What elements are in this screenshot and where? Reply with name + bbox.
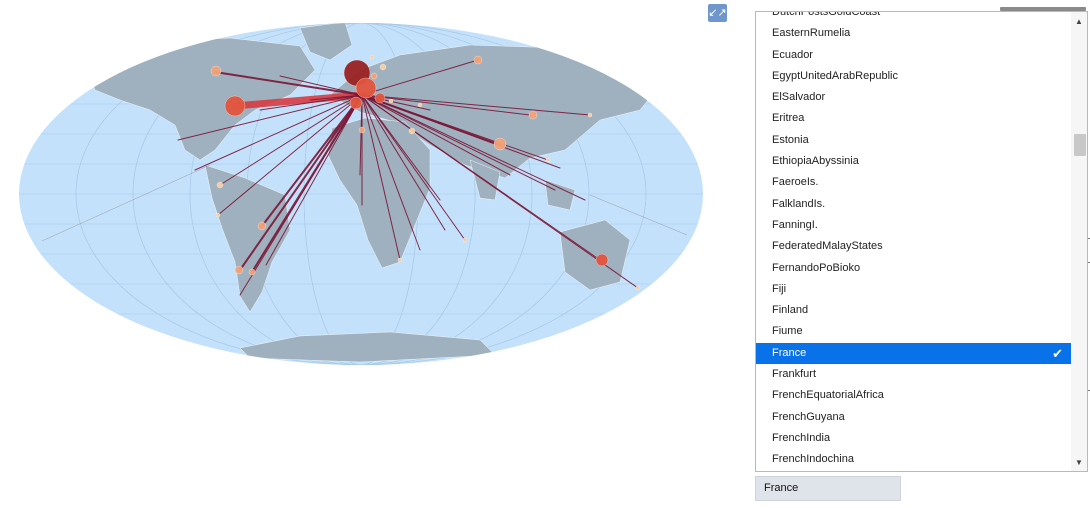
list-option-label: FalklandIs. xyxy=(772,197,826,210)
list-option-label: ElSalvador xyxy=(772,91,826,104)
list-option-label: Eritrea xyxy=(772,112,805,125)
city-bubble xyxy=(493,137,507,151)
list-option-label: FaeroeIs. xyxy=(772,176,819,189)
list-option-label: FederatedMalayStates xyxy=(772,240,883,253)
list-option-label: France xyxy=(772,346,807,359)
list-option[interactable]: EasternRumelia xyxy=(756,23,1071,44)
city-bubble xyxy=(370,72,378,80)
country-listbox[interactable]: DutchPostsGoldCoast EasternRumelia Ecuador… xyxy=(755,11,1088,472)
list-option[interactable]: Fiume xyxy=(756,321,1071,342)
city-bubble xyxy=(379,63,387,71)
country-select-value: France xyxy=(764,482,799,494)
city-bubble xyxy=(215,212,221,218)
country-options: DutchPostsGoldCoast EasternRumelia Ecuador… xyxy=(756,11,1071,471)
list-option-label: DutchPostsGoldCoast xyxy=(772,11,881,18)
list-option-label: Fiji xyxy=(772,282,787,295)
city-bubble xyxy=(587,112,593,118)
checkmark-icon: ✔ xyxy=(1052,345,1063,361)
list-option-label: EgyptUnitedArabRepublic xyxy=(772,69,898,82)
list-option[interactable]: Eritrea xyxy=(756,108,1071,129)
city-bubble xyxy=(635,285,641,291)
list-option-label: FrenchGuyana xyxy=(772,410,845,423)
city-bubble xyxy=(349,96,363,110)
list-option[interactable]: EgyptUnitedArabRepublic xyxy=(756,66,1071,87)
list-option[interactable]: FrenchIndia xyxy=(756,428,1071,449)
list-option[interactable]: Fiji xyxy=(756,279,1071,300)
city-bubble xyxy=(528,110,538,120)
list-option[interactable]: Finland xyxy=(756,300,1071,321)
list-option-label: Frankfurt xyxy=(772,368,817,381)
city-bubble xyxy=(355,77,377,99)
list-option-label: Finland xyxy=(772,304,809,317)
list-option[interactable]: ElSalvador xyxy=(756,87,1071,108)
city-bubble xyxy=(216,181,224,189)
list-option[interactable]: EthiopiaAbyssinia xyxy=(756,151,1071,172)
list-option-label: FrenchEquatorialAfrica xyxy=(772,389,884,402)
list-option[interactable]: France ✔ xyxy=(756,342,1071,365)
list-option[interactable]: FaeroeIs. xyxy=(756,172,1071,193)
city-bubble xyxy=(595,253,609,267)
city-bubble xyxy=(473,55,483,65)
city-bubble xyxy=(248,268,256,276)
list-option[interactable]: FrenchGuyana xyxy=(756,407,1071,428)
city-bubble xyxy=(224,95,246,117)
collapse-arrows-icon: ↙↗ xyxy=(708,6,727,19)
list-option[interactable]: FanningI. xyxy=(756,215,1071,236)
list-option-label: FernandoPoBioko xyxy=(772,261,861,274)
world-map[interactable] xyxy=(0,0,745,508)
list-option-label: Fiume xyxy=(772,325,803,338)
list-option-label: FanningI. xyxy=(772,218,818,231)
list-option[interactable]: DutchPostsGoldCoast xyxy=(756,11,1071,23)
scrollbar-thumb[interactable] xyxy=(1074,134,1086,156)
city-bubble xyxy=(234,265,244,275)
list-option[interactable]: FederatedMalayStates xyxy=(756,236,1071,257)
list-option-label: Estonia xyxy=(772,133,809,146)
city-bubble xyxy=(358,126,366,134)
city-bubble xyxy=(545,157,551,163)
list-option[interactable]: FrenchIndochina xyxy=(756,449,1071,470)
list-option[interactable]: FernandoPoBioko xyxy=(756,258,1071,279)
city-bubble xyxy=(210,65,222,77)
city-bubble xyxy=(417,102,423,108)
list-option-label: EasternRumelia xyxy=(772,27,851,40)
city-bubble xyxy=(374,92,386,104)
country-select[interactable]: France xyxy=(755,476,901,501)
city-bubble xyxy=(397,257,403,263)
city-bubble xyxy=(369,54,375,60)
city-bubble xyxy=(462,237,468,243)
list-option-label: FrenchIndia xyxy=(772,431,831,444)
list-option[interactable]: Ecuador xyxy=(756,45,1071,66)
scrollbar[interactable]: ▲ ▼ xyxy=(1071,12,1087,471)
city-bubble xyxy=(408,127,416,135)
list-option[interactable]: Frankfurt xyxy=(756,364,1071,385)
collapse-button[interactable]: ↙↗ xyxy=(708,4,727,22)
list-option-label: Ecuador xyxy=(772,48,813,61)
scroll-down-arrow-icon[interactable]: ▼ xyxy=(1071,455,1087,469)
list-option[interactable]: FalklandIs. xyxy=(756,194,1071,215)
scroll-up-arrow-icon[interactable]: ▲ xyxy=(1071,14,1087,28)
list-option[interactable]: FrenchEquatorialAfrica xyxy=(756,385,1071,406)
city-bubble xyxy=(257,221,267,231)
city-bubble xyxy=(388,98,394,104)
list-option[interactable]: Estonia xyxy=(756,130,1071,151)
list-option-label: FrenchIndochina xyxy=(772,453,854,466)
list-option-label: EthiopiaAbyssinia xyxy=(772,155,859,168)
